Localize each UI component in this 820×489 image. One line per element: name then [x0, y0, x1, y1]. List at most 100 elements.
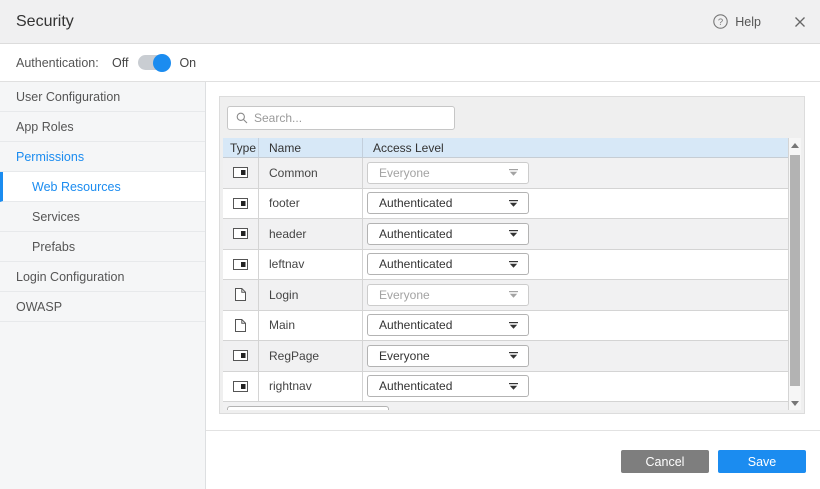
main-content: Type Name Access Level Common — [206, 82, 820, 489]
search-input[interactable] — [254, 107, 454, 129]
access-cell: Authenticated — [363, 372, 788, 402]
svg-text:?: ? — [718, 17, 723, 28]
access-level-value: Everyone — [379, 166, 430, 180]
table-row-rightnav[interactable]: rightnav Authenticated — [223, 372, 788, 403]
access-cell: Everyone — [363, 341, 788, 371]
type-cell — [223, 219, 259, 249]
type-cell — [223, 280, 259, 310]
close-button[interactable] — [794, 16, 806, 28]
table-columns: Type Name Access Level Common — [223, 138, 788, 410]
sidebar-item-login-configuration[interactable]: Login Configuration — [0, 262, 205, 292]
access-cell: Everyone — [363, 158, 788, 188]
scroll-down-icon[interactable] — [789, 396, 801, 410]
sidebar-item-label: User Configuration — [16, 90, 120, 104]
type-cell — [223, 189, 259, 219]
column-header-access-level: Access Level — [363, 138, 788, 157]
access-cell: Authenticated — [363, 189, 788, 219]
partial-icon — [233, 259, 248, 270]
access-level-dropdown[interactable]: Authenticated — [367, 375, 529, 397]
sidebar-item-user-configuration[interactable]: User Configuration — [0, 82, 205, 112]
table-body: Common Everyone — [223, 158, 788, 410]
search-area — [220, 97, 804, 138]
sidebar-item-label: App Roles — [16, 120, 74, 134]
chevron-down-icon — [509, 291, 518, 298]
access-level-value: Authenticated — [379, 318, 452, 332]
resource-name: Login — [259, 280, 363, 310]
table-row-clipped — [223, 402, 788, 410]
permissions-panel: Type Name Access Level Common — [219, 96, 805, 414]
type-cell — [223, 158, 259, 188]
sidebar-item-permissions[interactable]: Permissions — [0, 142, 205, 172]
access-level-dropdown[interactable] — [227, 406, 389, 410]
access-level-dropdown[interactable]: Everyone — [367, 345, 529, 367]
chevron-down-icon — [509, 169, 518, 176]
access-level-value: Authenticated — [379, 196, 452, 210]
sidebar-item-services[interactable]: Services — [0, 202, 205, 232]
partial-icon — [233, 167, 248, 178]
access-level-value: Authenticated — [379, 379, 452, 393]
resource-name: Common — [259, 158, 363, 188]
title-actions: ? Help — [713, 14, 806, 29]
scroll-up-icon[interactable] — [789, 138, 801, 152]
resource-name: RegPage — [259, 341, 363, 371]
table-row-footer[interactable]: footer Authenticated — [223, 189, 788, 220]
partial-icon — [233, 228, 248, 239]
access-level-dropdown[interactable]: Everyone — [367, 284, 529, 306]
search-box — [227, 106, 455, 130]
table-row-login[interactable]: Login Everyone — [223, 280, 788, 311]
type-cell — [223, 311, 259, 341]
sidebar-item-label: Prefabs — [32, 240, 75, 254]
access-cell: Authenticated — [363, 250, 788, 280]
chevron-down-icon — [509, 261, 518, 268]
sidebar-item-label: Login Configuration — [16, 270, 124, 284]
chevron-down-icon — [509, 322, 518, 329]
access-cell: Everyone — [363, 280, 788, 310]
authentication-bar: Authentication: Off On — [0, 44, 820, 82]
authentication-label: Authentication: — [16, 56, 112, 70]
chevron-down-icon — [509, 383, 518, 390]
access-level-dropdown[interactable]: Authenticated — [367, 314, 529, 336]
help-icon: ? — [713, 14, 728, 29]
sidebar-item-app-roles[interactable]: App Roles — [0, 112, 205, 142]
authentication-toggle[interactable] — [138, 55, 169, 70]
column-header-name: Name — [259, 138, 363, 157]
toggle-on-label: On — [179, 56, 196, 70]
access-level-dropdown[interactable]: Authenticated — [367, 192, 529, 214]
cancel-button[interactable]: Cancel — [621, 450, 709, 473]
sidebar-item-owasp[interactable]: OWASP — [0, 292, 205, 322]
sidebar-item-prefabs[interactable]: Prefabs — [0, 232, 205, 262]
chevron-down-icon — [509, 230, 518, 237]
sidebar-item-label: OWASP — [16, 300, 62, 314]
access-level-dropdown[interactable]: Authenticated — [367, 223, 529, 245]
sidebar-item-label: Services — [32, 210, 80, 224]
footer-divider — [206, 430, 820, 431]
resources-table: Type Name Access Level Common — [223, 138, 801, 410]
table-row-regpage[interactable]: RegPage Everyone — [223, 341, 788, 372]
table-row-leftnav[interactable]: leftnav Authenticated — [223, 250, 788, 281]
table-row-common[interactable]: Common Everyone — [223, 158, 788, 189]
scrollbar-thumb[interactable] — [790, 155, 800, 386]
access-level-value: Everyone — [379, 288, 430, 302]
resource-name: header — [259, 219, 363, 249]
partial-icon — [233, 350, 248, 361]
resource-name: leftnav — [259, 250, 363, 280]
resource-name: Main — [259, 311, 363, 341]
help-button[interactable]: ? Help — [713, 14, 761, 29]
toggle-off-label: Off — [112, 56, 128, 70]
table-header: Type Name Access Level — [223, 138, 788, 158]
access-level-dropdown[interactable]: Authenticated — [367, 253, 529, 275]
page-icon — [235, 288, 246, 301]
table-row-header[interactable]: header Authenticated — [223, 219, 788, 250]
type-cell — [223, 341, 259, 371]
sidebar-item-label: Web Resources — [32, 180, 121, 194]
chevron-down-icon — [509, 200, 518, 207]
vertical-scrollbar[interactable] — [788, 138, 801, 410]
save-button[interactable]: Save — [718, 450, 806, 473]
chevron-down-icon — [509, 352, 518, 359]
page-icon — [235, 319, 246, 332]
toggle-knob — [153, 54, 171, 72]
close-icon — [794, 16, 806, 28]
sidebar-item-web-resources[interactable]: Web Resources — [0, 172, 205, 202]
access-level-dropdown[interactable]: Everyone — [367, 162, 529, 184]
table-row-main[interactable]: Main Authenticated — [223, 311, 788, 342]
